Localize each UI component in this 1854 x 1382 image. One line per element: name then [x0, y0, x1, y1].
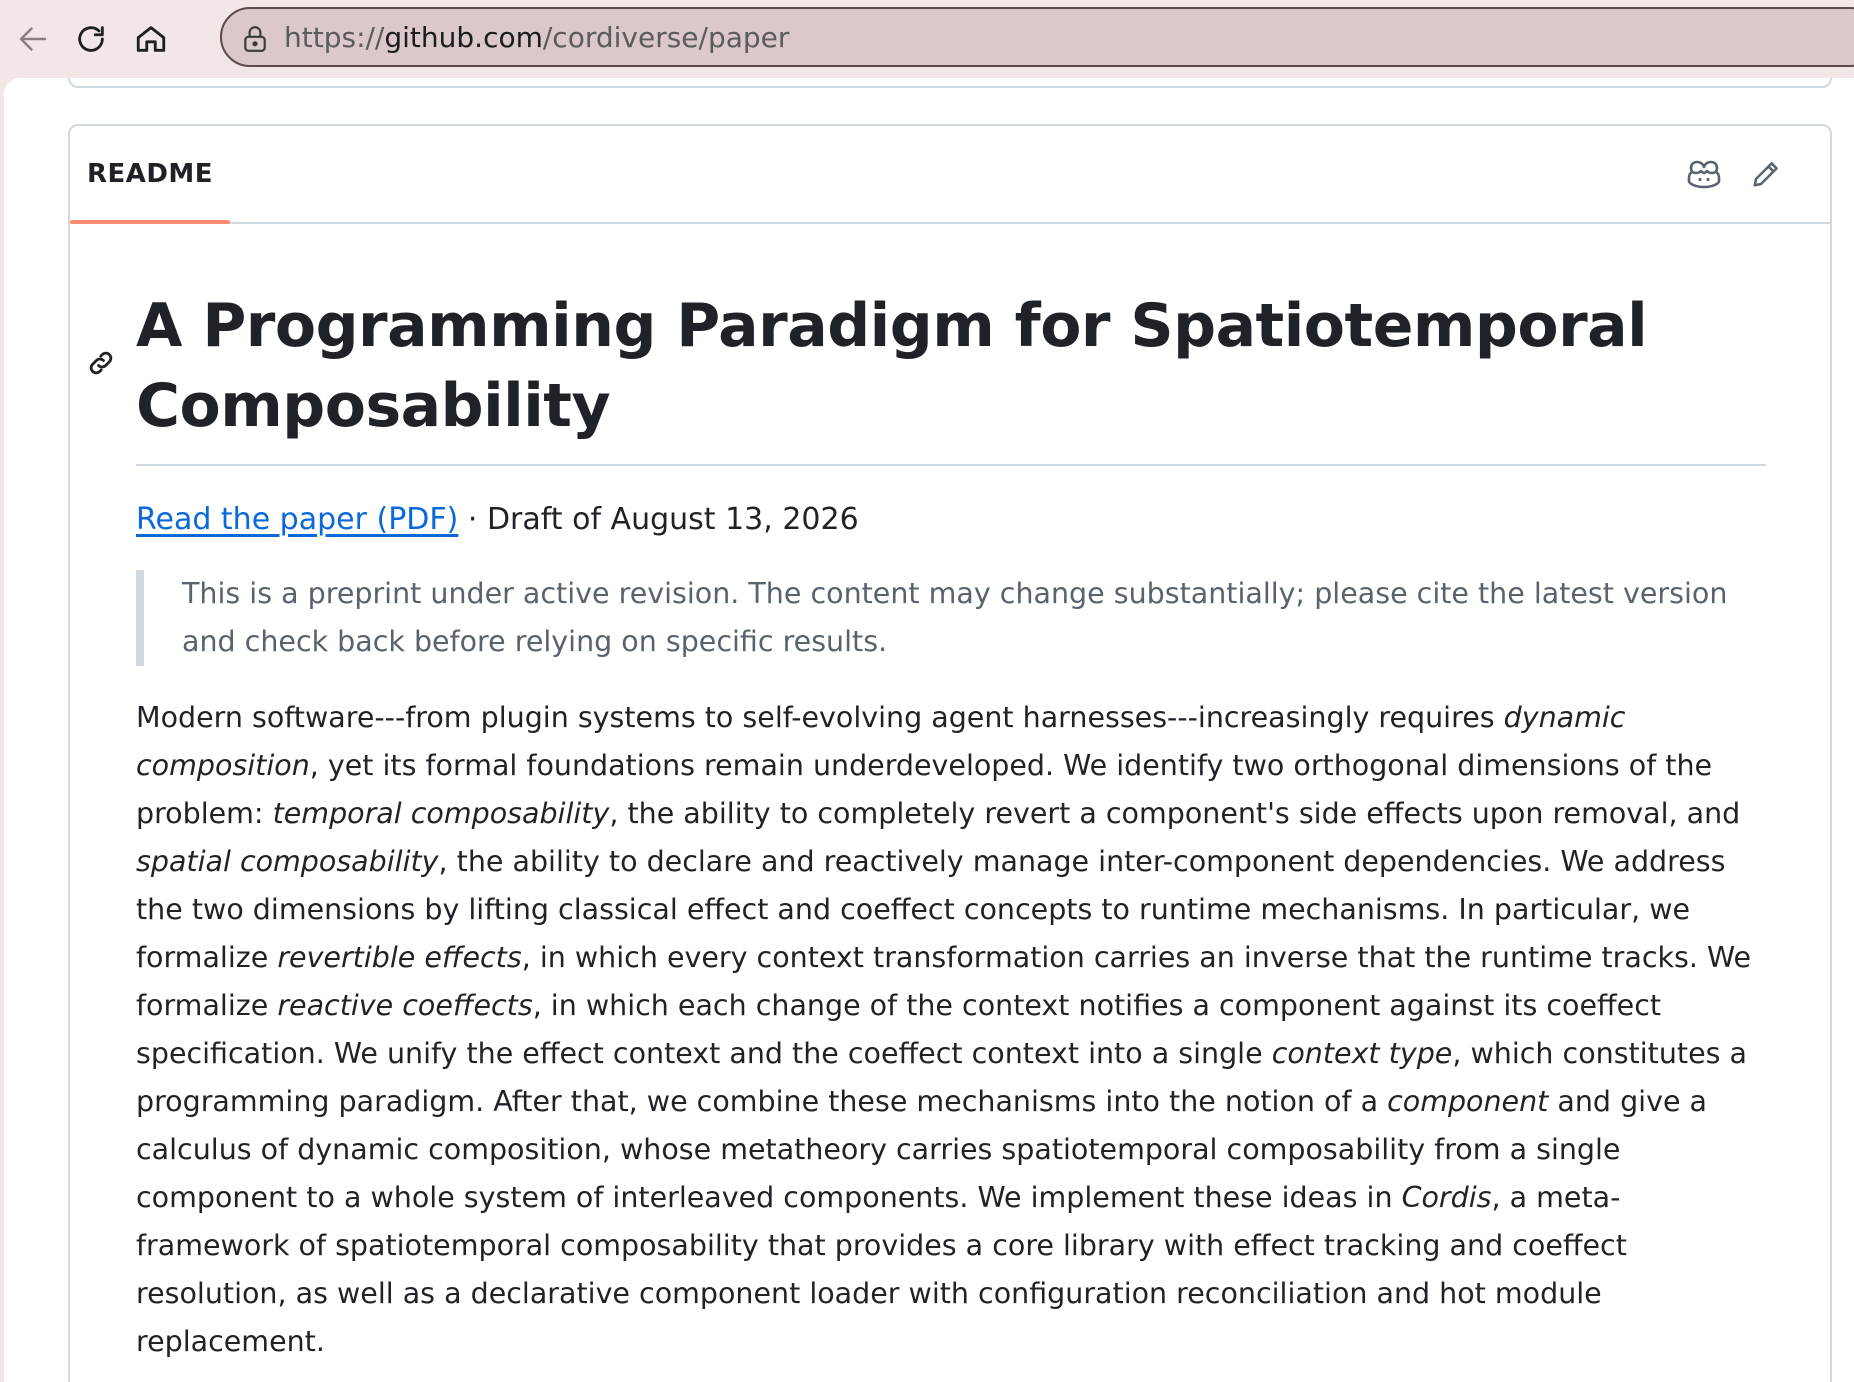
abstract-emphasis: spatial composability — [136, 845, 439, 878]
pencil-icon[interactable] — [1744, 152, 1788, 196]
preprint-notice: This is a preprint under active revision… — [136, 570, 1766, 666]
browser-toolbar: https://github.com/cordiverse/paper — [0, 0, 1854, 78]
readme-content: A Programming Paradigm for Spatiotempora… — [89, 286, 1766, 1382]
readme-panel: README A Programming Paradigm for Spatio… — [68, 124, 1832, 1382]
paper-meta: Read the paper (PDF) · Draft of August 1… — [136, 500, 1766, 540]
abstract-text: Modern software---from plugin systems to… — [136, 701, 1504, 734]
abstract-emphasis: temporal composability — [272, 797, 610, 830]
pdf-link[interactable]: Read the paper (PDF) — [136, 502, 458, 537]
lock-icon[interactable] — [242, 25, 268, 57]
page-title: A Programming Paradigm for Spatiotempora… — [136, 286, 1766, 466]
abstract-emphasis: context type — [1271, 1037, 1453, 1070]
tab-readme[interactable]: README — [70, 126, 230, 224]
tab-readme-label: README — [86, 159, 214, 189]
copilot-icon[interactable] — [1682, 152, 1726, 196]
tab-active-underline — [70, 220, 230, 224]
address-bar[interactable]: https://github.com/cordiverse/paper — [220, 7, 1854, 67]
home-icon[interactable] — [126, 14, 176, 64]
abstract-emphasis: reactive coeffects — [277, 989, 533, 1022]
previous-panel — [68, 78, 1832, 88]
url-scheme: https:// — [284, 21, 385, 54]
url-text[interactable]: https://github.com/cordiverse/paper — [284, 22, 789, 54]
reload-icon[interactable] — [66, 14, 116, 64]
back-arrow-icon[interactable] — [8, 14, 58, 64]
page-viewport: README A Programming Paradigm for Spatio… — [4, 78, 1854, 1382]
abstract-emphasis: revertible effects — [277, 941, 522, 974]
abstract-text: , the ability to completely revert a com… — [609, 797, 1741, 830]
url-domain: github.com — [384, 21, 543, 54]
url-path: /cordiverse/paper — [542, 21, 790, 54]
abstract-emphasis: Cordis — [1401, 1181, 1492, 1214]
abstract-paragraph: Modern software---from plugin systems to… — [136, 694, 1766, 1366]
readme-header: README — [70, 126, 1830, 224]
link-icon[interactable] — [86, 348, 116, 382]
draft-date: · Draft of August 13, 2026 — [458, 502, 859, 537]
abstract-emphasis: component — [1387, 1085, 1549, 1118]
